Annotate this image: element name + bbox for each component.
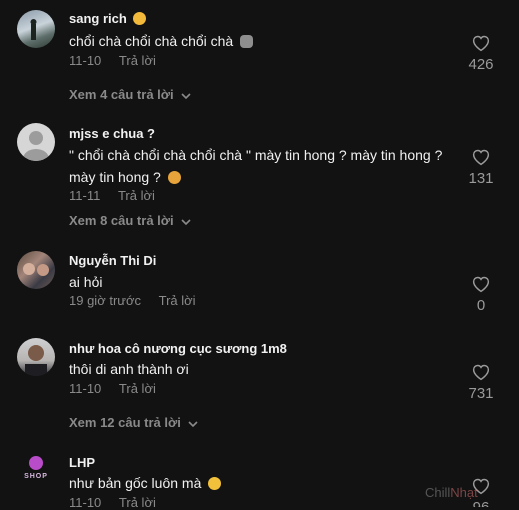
comment-meta: 19 giờ trước Trả lời [69, 293, 196, 308]
comment-text: như bản gốc luôn mà [69, 472, 459, 494]
crying-face-icon [167, 171, 181, 184]
comment-meta: 11-10 Trả lời [69, 53, 156, 68]
reply-button[interactable]: Trả lời [119, 53, 156, 68]
comment-date: 19 giờ trước [69, 293, 141, 308]
heart-icon [472, 276, 490, 293]
like-button[interactable]: 0 [463, 275, 499, 314]
reply-button[interactable]: Trả lời [159, 293, 196, 308]
comment-meta: 11-10 Trả lời [69, 495, 156, 510]
avatar[interactable]: SHOP [17, 452, 55, 490]
avatar[interactable] [17, 251, 55, 289]
like-button[interactable]: 131 [463, 148, 499, 187]
comment-date: 11-11 [69, 188, 101, 203]
heart-icon [472, 364, 490, 381]
comment-date: 11-10 [69, 53, 102, 68]
comment-author[interactable]: LHP [69, 455, 95, 470]
avatar-logo-text: SHOP [24, 473, 48, 480]
avatar[interactable] [17, 338, 55, 376]
cat-face-icon [133, 12, 147, 25]
comment-text: thôi di anh thành ơi [69, 361, 189, 377]
comment-date: 11-10 [69, 495, 102, 510]
comment-meta: 11-11 Trả lời [69, 188, 155, 203]
like-button[interactable]: 731 [463, 363, 499, 402]
comment-meta: 11-10 Trả lời [69, 381, 156, 396]
default-avatar-icon [23, 131, 49, 161]
watermark: ChillNhạt [425, 485, 478, 500]
like-button[interactable]: 426 [463, 34, 499, 73]
comment-text: ai hỏi [69, 274, 103, 290]
like-count: 96 [463, 499, 499, 507]
rock-icon [240, 35, 254, 48]
avatar-photo [23, 263, 49, 276]
comment-text: chổi chà chổi chà chổi chà [69, 30, 459, 52]
comment-author[interactable]: sang rich [69, 11, 147, 26]
view-replies-button[interactable]: Xem 4 câu trả lời [69, 87, 191, 102]
comment-author[interactable]: Nguyễn Thi Di [69, 253, 156, 268]
chevron-down-icon [181, 92, 191, 99]
shop-logo-icon [24, 456, 48, 479]
comment-text: " chổi chà chổi chà chổi chà " mày tin h… [69, 147, 443, 185]
like-count: 0 [476, 297, 486, 314]
comment-author[interactable]: như hoa cô nương cục sương 1m8 [69, 341, 287, 356]
like-count: 426 [468, 56, 494, 73]
comment-author[interactable]: mjss e chua ? [69, 126, 155, 141]
avatar-photo [30, 19, 37, 40]
chevron-down-icon [188, 420, 199, 427]
reply-button[interactable]: Trả lời [119, 495, 156, 510]
heart-icon [472, 149, 490, 166]
reply-button[interactable]: Trả lời [118, 188, 155, 203]
view-replies-button[interactable]: Xem 8 câu trả lời [69, 213, 191, 228]
comment-date: 11-10 [69, 381, 102, 396]
chevron-down-icon [181, 218, 191, 225]
heart-icon [472, 35, 490, 52]
avatar-photo [25, 345, 47, 376]
like-count: 731 [468, 385, 494, 402]
avatar[interactable] [17, 10, 55, 48]
view-replies-button[interactable]: Xem 12 câu trả lời [69, 415, 199, 430]
avatar[interactable] [17, 123, 55, 161]
laughing-face-icon [208, 477, 222, 490]
reply-button[interactable]: Trả lời [119, 381, 156, 396]
like-count: 131 [468, 170, 494, 187]
